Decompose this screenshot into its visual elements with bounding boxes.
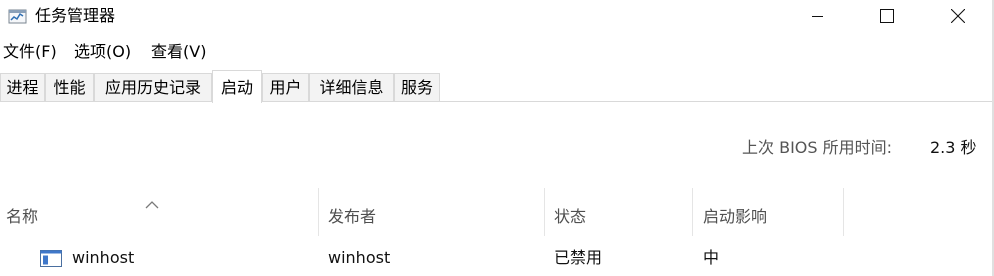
menu-view[interactable]: 查看(V) (151, 40, 206, 64)
tab-users[interactable]: 用户 (262, 73, 309, 102)
column-divider[interactable] (318, 188, 319, 236)
sort-ascending-icon[interactable] (145, 194, 159, 213)
maximize-button[interactable] (864, 0, 910, 32)
column-header-publisher[interactable]: 发布者 (328, 205, 376, 229)
bios-time-label: 上次 BIOS 所用时间: (742, 138, 893, 157)
menu-options[interactable]: 选项(O) (74, 40, 131, 64)
task-manager-icon (8, 8, 28, 26)
row-name: winhost (72, 248, 135, 267)
tab-strip: 进程 性能 应用历史记录 启动 用户 详细信息 服务 (0, 70, 994, 103)
close-button[interactable] (935, 0, 981, 32)
maximize-icon (880, 9, 894, 23)
tab-details[interactable]: 详细信息 (309, 73, 394, 102)
column-header-status[interactable]: 状态 (554, 205, 586, 229)
tab-performance[interactable]: 性能 (45, 73, 94, 102)
column-divider[interactable] (692, 188, 693, 236)
close-icon (951, 9, 965, 23)
column-divider[interactable] (544, 188, 545, 236)
column-header-name[interactable]: 名称 (6, 205, 38, 229)
window-title: 任务管理器 (35, 6, 116, 25)
column-header-startup-impact[interactable]: 启动影响 (703, 205, 767, 229)
table-row[interactable]: winhost winhost 已禁用 中 (0, 240, 994, 276)
tab-processes[interactable]: 进程 (0, 73, 45, 102)
row-publisher: winhost (328, 248, 391, 267)
row-startup-impact: 中 (703, 248, 720, 267)
tab-app-history[interactable]: 应用历史记录 (94, 73, 212, 102)
app-window-icon (40, 250, 62, 267)
bios-time-value: 2.3 秒 (930, 138, 977, 157)
menu-file[interactable]: 文件(F) (3, 40, 57, 64)
row-status: 已禁用 (554, 248, 603, 267)
table-header: 名称 发布者 状态 启动影响 (0, 188, 994, 236)
minimize-button[interactable] (795, 0, 841, 32)
tab-divider (0, 101, 994, 102)
column-divider[interactable] (843, 188, 844, 236)
title-bar: 任务管理器 (0, 0, 994, 34)
minimize-icon (812, 16, 823, 17)
tab-services[interactable]: 服务 (394, 73, 440, 102)
tab-startup[interactable]: 启动 (212, 70, 262, 103)
